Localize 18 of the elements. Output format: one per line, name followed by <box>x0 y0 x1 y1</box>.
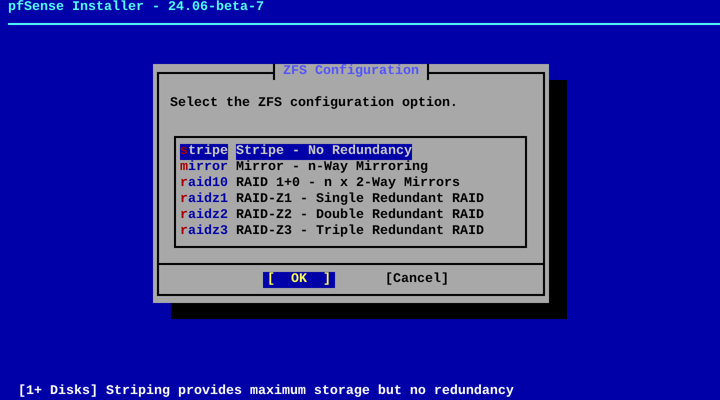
dialog-prompt: Select the ZFS configuration option. <box>170 96 459 112</box>
option-description[interactable]: RAID 1+0 - n x 2-Way Mirrors <box>236 176 460 192</box>
option-tag[interactable]: raidz2 <box>180 208 228 224</box>
option-tag[interactable]: raid10 <box>180 176 228 192</box>
window-title: pfSense Installer - 24.06-beta-7 <box>7 0 265 16</box>
status-line: [1+ Disks] Striping provides maximum storage but no redundancy <box>17 384 515 400</box>
option-tag[interactable]: stripe <box>180 144 228 160</box>
option-description[interactable]: RAID-Z2 - Double Redundant RAID <box>236 208 484 224</box>
dialog-title: ZFS Configuration <box>273 64 429 80</box>
option-tag[interactable]: raidz1 <box>180 192 228 208</box>
option-tag[interactable]: mirror <box>180 160 228 176</box>
option-description[interactable]: RAID-Z3 - Triple Redundant RAID <box>236 224 484 240</box>
option-description[interactable]: Mirror - n-Way Mirroring <box>236 160 428 176</box>
option-tag[interactable]: raidz3 <box>180 224 228 240</box>
dialog-button[interactable]: [ OK ] <box>263 272 335 288</box>
dialog-button[interactable]: [Cancel] <box>381 272 453 288</box>
option-description[interactable]: RAID-Z1 - Single Redundant RAID <box>236 192 484 208</box>
option-description[interactable]: Stripe - No Redundancy <box>236 144 412 160</box>
